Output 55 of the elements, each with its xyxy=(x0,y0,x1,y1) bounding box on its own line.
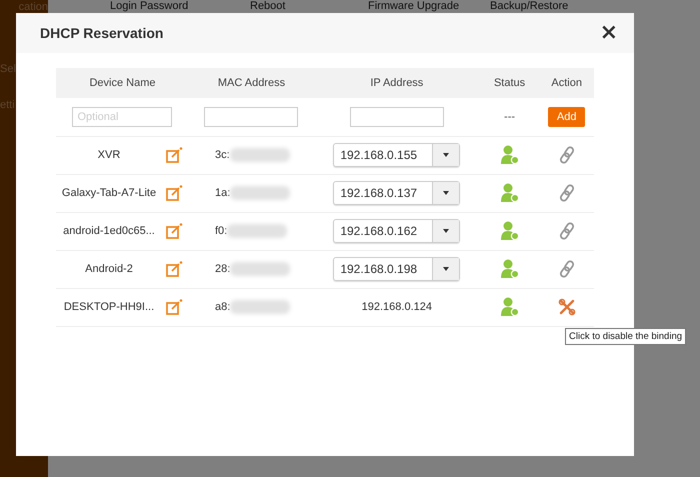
unlink-icon[interactable] xyxy=(558,298,576,316)
user-status-icon xyxy=(500,145,520,165)
caret-icon xyxy=(443,267,450,271)
ip-dropdown[interactable]: 192.168.0.198 xyxy=(333,257,460,281)
caret-icon xyxy=(443,191,450,195)
mac-address: 28: xyxy=(214,263,230,275)
link-icon[interactable] xyxy=(558,222,575,240)
device-name: android-1ed0c65... xyxy=(62,225,156,237)
redaction-blur xyxy=(230,148,290,162)
column-header: Action xyxy=(539,68,594,98)
mac-address: 3c: xyxy=(214,149,230,161)
nav-link[interactable]: Backup/Restore xyxy=(490,0,568,12)
ip-dropdown[interactable]: 192.168.0.155 xyxy=(333,143,460,167)
link-icon[interactable] xyxy=(558,146,575,164)
user-status-icon xyxy=(500,259,520,279)
ip-dropdown[interactable]: 192.168.0.162 xyxy=(333,219,460,243)
device-name: Android-2 xyxy=(84,263,134,275)
edit-icon[interactable] xyxy=(166,261,183,277)
dialog-title: DHCP Reservation xyxy=(40,25,164,41)
redaction-blur xyxy=(230,300,290,314)
close-button[interactable]: × xyxy=(600,23,618,43)
edit-icon[interactable] xyxy=(166,185,183,201)
user-status-icon xyxy=(500,221,520,241)
link-icon[interactable] xyxy=(558,184,575,202)
input-field[interactable] xyxy=(204,106,298,127)
edit-icon[interactable] xyxy=(166,223,183,239)
nav-link[interactable]: Login Password xyxy=(110,0,250,12)
edit-icon[interactable] xyxy=(166,147,183,163)
redaction-blur xyxy=(227,224,288,238)
edit-icon[interactable] xyxy=(166,299,183,315)
column-header: MAC Address xyxy=(188,68,314,98)
tooltip: Click to disable the binding xyxy=(565,328,686,345)
column-header: Device Name xyxy=(56,68,189,98)
input-field[interactable] xyxy=(350,106,444,127)
nav-link[interactable]: Firmware Upgrade xyxy=(368,0,490,12)
caret-icon xyxy=(443,153,450,157)
ip-dropdown[interactable]: 192.168.0.137 xyxy=(333,181,460,205)
nav-link[interactable]: Reboot xyxy=(250,0,368,12)
status-text: --- xyxy=(504,110,516,123)
add-button[interactable]: Add xyxy=(548,106,586,127)
ip-address: 192.168.0.124 xyxy=(362,301,432,313)
device-name: Galaxy-Tab-A7-Lite xyxy=(60,187,158,199)
mac-address: f0: xyxy=(214,225,228,237)
column-header: Status xyxy=(480,68,540,98)
link-icon[interactable] xyxy=(558,260,575,278)
device-name: XVR xyxy=(96,149,122,161)
caret-icon xyxy=(443,229,450,233)
mac-address: a8: xyxy=(214,301,230,313)
redaction-blur xyxy=(230,262,290,276)
mac-address: 1a: xyxy=(214,187,230,199)
column-header: IP Address xyxy=(314,68,480,98)
redaction-blur xyxy=(230,186,290,200)
user-status-icon xyxy=(500,183,520,203)
user-status-icon xyxy=(500,297,520,317)
device-name: DESKTOP-HH9I... xyxy=(62,301,156,313)
